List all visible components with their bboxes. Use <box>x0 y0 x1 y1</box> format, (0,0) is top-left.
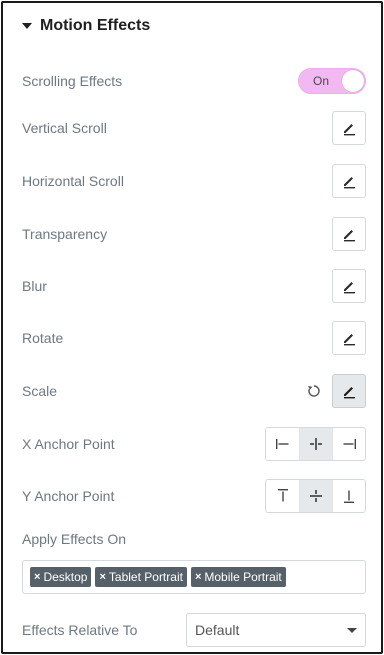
edit-button[interactable] <box>332 269 366 303</box>
apply-effects-on-field[interactable]: × Desktop × Tablet Portrait × Mobile Por… <box>22 560 366 594</box>
chevron-down-icon <box>347 627 357 633</box>
effect-label: Blur <box>22 278 47 294</box>
effect-label: Rotate <box>22 330 64 346</box>
apply-effects-on-label: Apply Effects On <box>22 531 127 547</box>
effect-row-scale: Scale <box>22 374 366 408</box>
center-align-icon[interactable] <box>299 428 332 460</box>
tag-label: Tablet Portrait <box>108 570 183 584</box>
effect-label: Scale <box>22 383 58 399</box>
tag-label: Desktop <box>43 570 88 584</box>
edit-button[interactable] <box>332 111 366 145</box>
device-tag: × Desktop <box>30 567 92 587</box>
pencil-icon <box>344 334 355 346</box>
edit-button[interactable] <box>332 217 366 251</box>
remove-tag-icon[interactable]: × <box>99 571 105 583</box>
effect-row-horizontal-scroll: Horizontal Scroll <box>22 164 366 198</box>
effect-label: Vertical Scroll <box>22 120 107 136</box>
device-tag: × Mobile Portrait <box>190 567 286 587</box>
effect-row-vertical-scroll: Vertical Scroll <box>22 111 366 145</box>
pencil-icon <box>344 282 355 294</box>
scale-controls <box>306 374 366 408</box>
toggle-knob <box>342 70 364 92</box>
remove-tag-icon[interactable]: × <box>195 571 201 583</box>
effect-row-rotate: Rotate <box>22 321 366 355</box>
section-header[interactable]: Motion Effects <box>22 16 150 36</box>
top-align-icon[interactable] <box>266 480 299 512</box>
tag-label: Mobile Portrait <box>204 570 282 584</box>
section-title: Motion Effects <box>40 17 151 34</box>
y-anchor-control <box>265 479 366 513</box>
effect-row-transparency: Transparency <box>22 217 366 251</box>
bottom-align-icon[interactable] <box>332 480 365 512</box>
pencil-icon <box>344 177 355 189</box>
device-tag: × Tablet Portrait <box>95 567 187 587</box>
effects-relative-to-select[interactable]: Default <box>186 613 366 647</box>
scrolling-effects-label: Scrolling Effects <box>22 73 123 89</box>
scrolling-effects-toggle[interactable]: On <box>298 68 366 94</box>
edit-button[interactable] <box>332 164 366 198</box>
edit-button[interactable] <box>332 374 366 408</box>
effect-row-blur: Blur <box>22 269 366 303</box>
left-align-icon[interactable] <box>266 428 299 460</box>
y-anchor-row: Y Anchor Point <box>22 479 366 513</box>
pencil-icon <box>344 124 355 136</box>
effect-label: Horizontal Scroll <box>22 173 124 189</box>
pencil-icon <box>344 387 355 399</box>
right-align-icon[interactable] <box>332 428 365 460</box>
effect-label: Transparency <box>22 226 108 242</box>
pencil-icon <box>344 230 355 242</box>
reset-icon[interactable] <box>306 383 322 399</box>
y-anchor-label: Y Anchor Point <box>22 488 115 504</box>
x-anchor-row: X Anchor Point <box>22 427 366 461</box>
effects-relative-to-label: Effects Relative To <box>22 622 138 638</box>
edit-button[interactable] <box>332 321 366 355</box>
collapse-triangle-icon[interactable] <box>22 23 32 29</box>
x-anchor-label: X Anchor Point <box>22 436 115 452</box>
x-anchor-control <box>265 427 366 461</box>
select-value: Default <box>195 622 240 638</box>
effects-relative-to-row: Effects Relative To Default <box>22 613 366 647</box>
toggle-text: On <box>313 74 330 88</box>
middle-align-icon[interactable] <box>299 480 332 512</box>
remove-tag-icon[interactable]: × <box>34 571 40 583</box>
scrolling-effects-row: Scrolling Effects On <box>22 68 366 94</box>
